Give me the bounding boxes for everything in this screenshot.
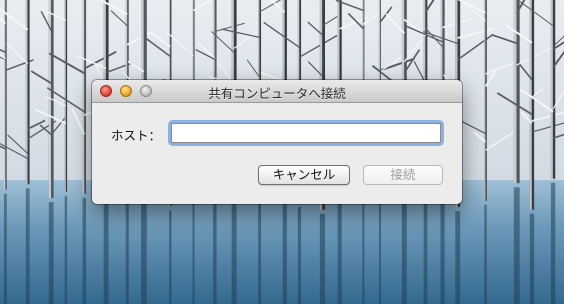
tree-reflection (401, 188, 407, 304)
tree-snow (82, 0, 85, 194)
tree-reflection (25, 188, 30, 304)
tree-reflection (513, 187, 520, 304)
host-label: ホスト： (111, 128, 162, 143)
tree-reflection (440, 202, 445, 304)
tree-reflection (550, 182, 556, 304)
tree-reflection (169, 210, 172, 304)
dialog-titlebar[interactable]: 共有コンピュータへ接続 (92, 80, 462, 103)
connect-button[interactable]: 接続 (363, 165, 443, 185)
tree-snow (529, 0, 532, 210)
tree-reflection (4, 193, 7, 304)
tree-reflection (529, 213, 535, 304)
tree-reflection (337, 187, 342, 304)
tree-reflection (455, 211, 461, 304)
tree-reflection (319, 213, 326, 304)
tree-reflection (297, 206, 302, 304)
host-input[interactable] (171, 123, 441, 143)
tree-reflection (423, 200, 428, 304)
tree-reflection (125, 193, 129, 304)
tree-reflection (213, 189, 217, 304)
tree-reflection (282, 200, 287, 304)
tree-snow (64, 0, 66, 192)
tree-reflection (231, 195, 237, 304)
tree-reflection (378, 186, 381, 304)
tree-reflection (258, 189, 262, 304)
tree-reflection (82, 197, 87, 304)
tree-snow (513, 0, 517, 184)
dialog-title: 共有コンピュータへ接続 (208, 86, 346, 101)
tree-snow (550, 0, 553, 179)
cancel-button[interactable]: キャンセル (258, 165, 350, 185)
tree-reflection (141, 192, 147, 304)
connect-to-server-dialog: 共有コンピュータへ接続 ホスト： キャンセル 接続 (92, 80, 462, 204)
tree-reflection (64, 195, 68, 304)
tree-reflection (484, 204, 487, 304)
tree-reflection (48, 202, 54, 304)
tree-reflection (192, 200, 195, 304)
tree-snow (484, 0, 486, 201)
tree-snow (4, 0, 6, 190)
